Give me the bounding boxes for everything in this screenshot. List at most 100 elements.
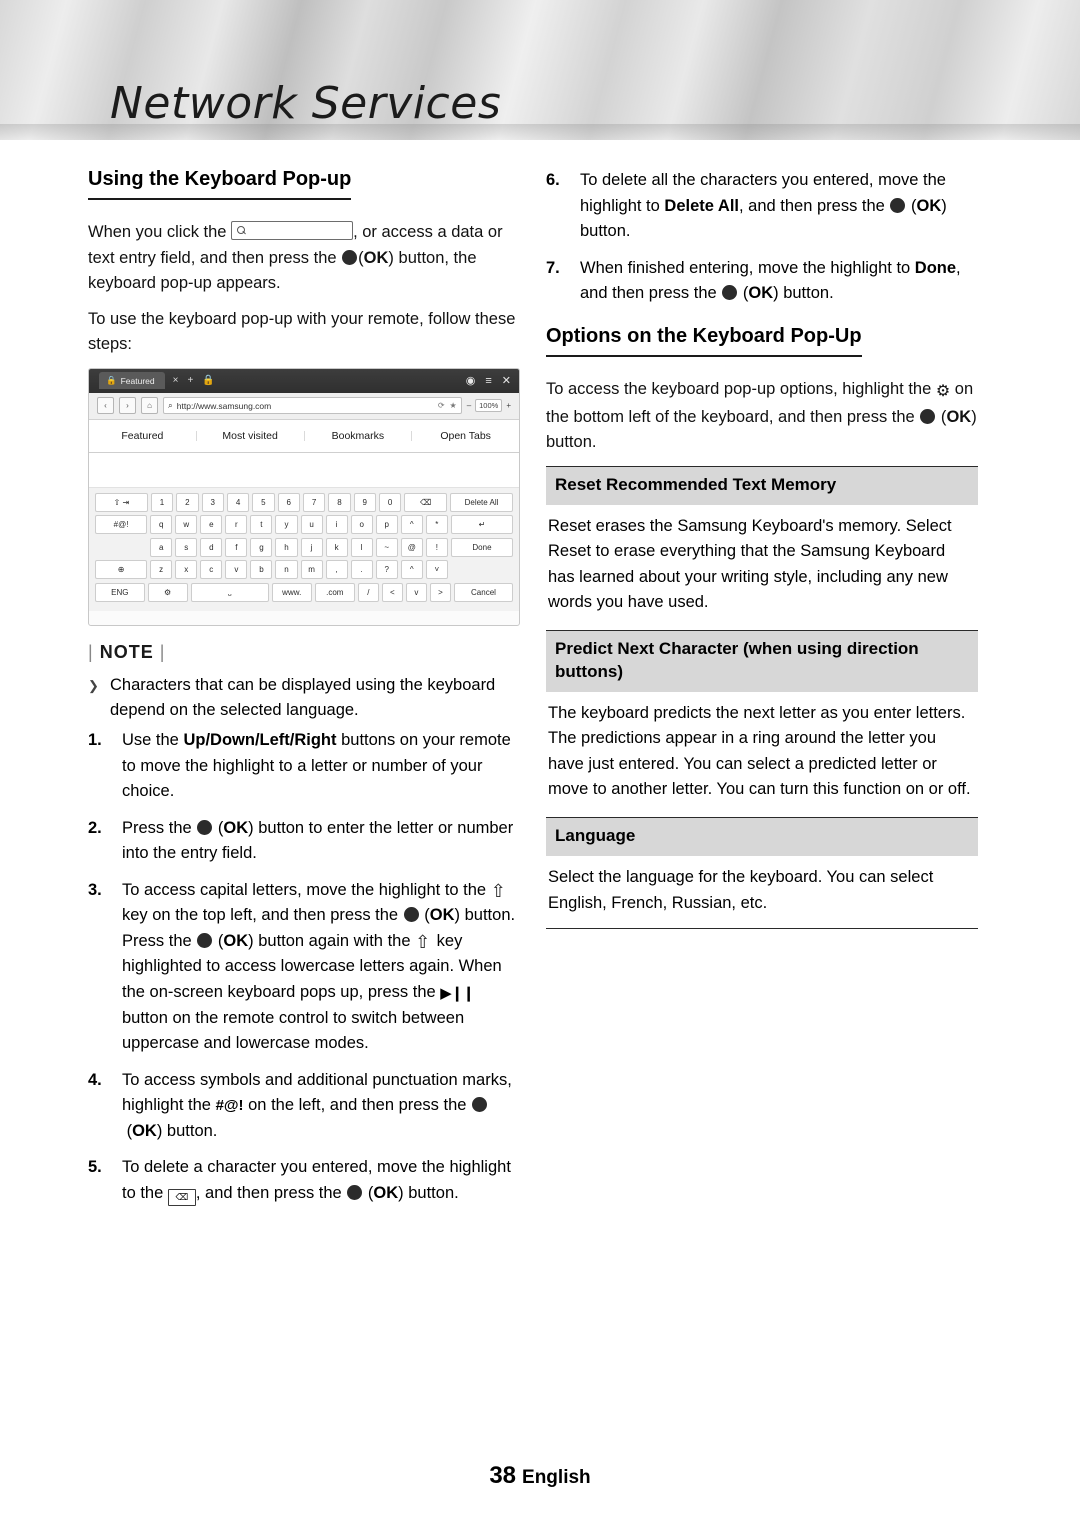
step-4-number: 4. <box>88 1070 102 1089</box>
step-7-ok: OK <box>748 284 774 303</box>
shift-key-icon <box>415 929 432 957</box>
keyboard-row-1: ⇧ ⇥ 1 2 3 4 5 6 7 8 9 0 ⌫ Delete All <box>95 492 514 512</box>
key-caret-down: ˅ <box>425 560 448 580</box>
step-1-part-a: Use the <box>122 730 184 749</box>
step-7-bold: Done <box>914 258 957 277</box>
step-3-part-b: key on the top left, and then press the <box>122 906 403 925</box>
step-6: 6. To delete all the characters you ente… <box>546 168 978 245</box>
step-1-text: Use the Up/Down/Left/Right buttons on yo… <box>122 728 520 805</box>
option-language-body: Select the language for the keyboard. Yo… <box>546 856 978 930</box>
chapter-title: Network Services <box>110 78 502 129</box>
key-r: r <box>225 515 248 535</box>
step-1-number: 1. <box>88 730 102 749</box>
key-o: o <box>350 515 373 535</box>
key-g: g <box>250 537 273 557</box>
key-c: c <box>200 560 223 580</box>
step-4-text: To access symbols and additional punctua… <box>122 1070 512 1140</box>
step-7-part-a: When finished entering, move the highlig… <box>580 258 915 277</box>
key-4: 4 <box>226 492 250 512</box>
key-e: e <box>200 515 223 535</box>
zoom-level: 100% <box>475 399 503 413</box>
play-pause-icon: ▶❙❙ <box>440 985 475 1002</box>
key-y: y <box>275 515 298 535</box>
steps-list-right: 6. To delete all the characters you ente… <box>546 168 978 307</box>
tab-most-visited: Most visited <box>197 431 305 442</box>
step-6-ok: OK <box>916 196 942 215</box>
step-6-bold: Delete All <box>664 196 739 215</box>
step-6-part-b: , and then press the <box>739 196 890 215</box>
key-done: Done <box>450 537 514 557</box>
figure-titlebar: 🔒 Featured × + 🔒 ◉ ≡ ✕ <box>89 368 519 393</box>
settings-gear-icon: ⚙ <box>147 582 188 602</box>
key-a: a <box>150 537 173 557</box>
key-k: k <box>325 537 348 557</box>
key-caret: ^ <box>400 515 423 535</box>
key-q: q <box>150 515 173 535</box>
step-2: 2. Press the (OK) button to enter the le… <box>88 816 520 867</box>
key-9: 9 <box>353 492 376 512</box>
new-tab-icon: + <box>187 375 194 387</box>
option-reset-memory-body: Reset erases the Samsung Keyboard's memo… <box>548 516 952 612</box>
key-dotcom: .com <box>314 582 355 602</box>
key-h: h <box>275 537 298 557</box>
key-u: u <box>300 515 323 535</box>
step-5-part-b: , and then press the <box>195 1183 347 1202</box>
key-period: . <box>350 560 373 580</box>
steps-list-left: 1. Use the Up/Down/Left/Right buttons on… <box>88 728 520 1207</box>
step-6-part-c: button. <box>580 222 631 241</box>
options-intro: To access the keyboard pop-up options, h… <box>546 379 977 452</box>
key-space: ⎵ <box>190 582 269 602</box>
gear-icon: ⚙ <box>935 382 951 400</box>
step-6-number: 6. <box>546 171 560 189</box>
keyboard-row-5: ENG ⚙ ⎵ www. .com / < v > Cancel <box>95 582 514 602</box>
key-enter: ↵ <box>450 515 514 535</box>
step-2-number: 2. <box>88 818 102 837</box>
page-number: 38 <box>489 1462 517 1489</box>
intro-paragraph-2: To use the keyboard pop-up with your rem… <box>88 309 516 354</box>
step-7-number: 7. <box>546 258 560 277</box>
key-shift-tab: ⇧ ⇥ <box>95 492 148 512</box>
shift-key-icon <box>491 878 508 906</box>
key-5: 5 <box>252 492 275 512</box>
key-i: i <box>325 515 348 535</box>
note-bullet-text: Characters that can be displayed using t… <box>110 675 496 720</box>
step-4-part-c: button. <box>162 1121 218 1140</box>
key-comma: , <box>325 560 348 580</box>
url-text: http://www.samsung.com <box>176 400 272 411</box>
ok-button-icon <box>920 408 936 424</box>
key-arrow-down: v <box>405 582 427 602</box>
key-0: 0 <box>378 492 402 512</box>
step-2-ok: OK <box>223 818 249 837</box>
note-label: NOTE <box>99 641 154 662</box>
footer-language: English <box>522 1467 591 1488</box>
tab-featured: Featured <box>89 431 197 442</box>
keyboard-row-2: #@! q w e r t y u i o p ^ * ↵ <box>95 515 514 535</box>
step-3-part-d: button again with the <box>253 931 416 950</box>
browser-keyboard-figure: 🔒 Featured × + 🔒 ◉ ≡ ✕ ‹ › ⌂ ⌕ http://ww… <box>88 367 520 626</box>
step-5-number: 5. <box>88 1158 102 1177</box>
key-caret-up: ^ <box>400 560 423 580</box>
step-3-ok-1: OK <box>429 906 455 925</box>
key-www: www. <box>271 582 312 602</box>
note-bar-left: | <box>88 641 94 662</box>
star-icon: ★ <box>449 401 457 411</box>
step-3-text: To access capital letters, move the high… <box>122 878 520 1057</box>
key-z: z <box>150 560 173 580</box>
onscreen-keyboard: ⇧ ⇥ 1 2 3 4 5 6 7 8 9 0 ⌫ Delete All #@!… <box>89 487 519 611</box>
backspace-key-icon: ⌫ <box>167 1188 196 1206</box>
key-backspace: ⌫ <box>404 492 447 512</box>
private-lock-icon: 🔒 <box>202 375 215 387</box>
key-t: t <box>250 515 273 535</box>
keyboard-row-3: a s d f g h j k l ~ @ ! Done <box>95 537 514 557</box>
intro-text-a: When you click the <box>88 223 227 241</box>
ok-button-icon <box>347 1184 363 1200</box>
zoom-out-icon: – <box>466 401 472 411</box>
step-5-ok: OK <box>373 1183 399 1202</box>
right-column: 6. To delete all the characters you ente… <box>546 168 978 930</box>
key-p: p <box>375 515 398 535</box>
step-3: 3. To access capital letters, move the h… <box>88 878 520 1057</box>
globe-icon: ⊕ <box>95 560 148 580</box>
option-predict-next-character: Predict Next Character (when using direc… <box>546 629 978 815</box>
page-title: Using the Keyboard Pop-up <box>88 168 352 200</box>
intro-paragraph-1: When you click the , or access a data or… <box>88 221 503 293</box>
